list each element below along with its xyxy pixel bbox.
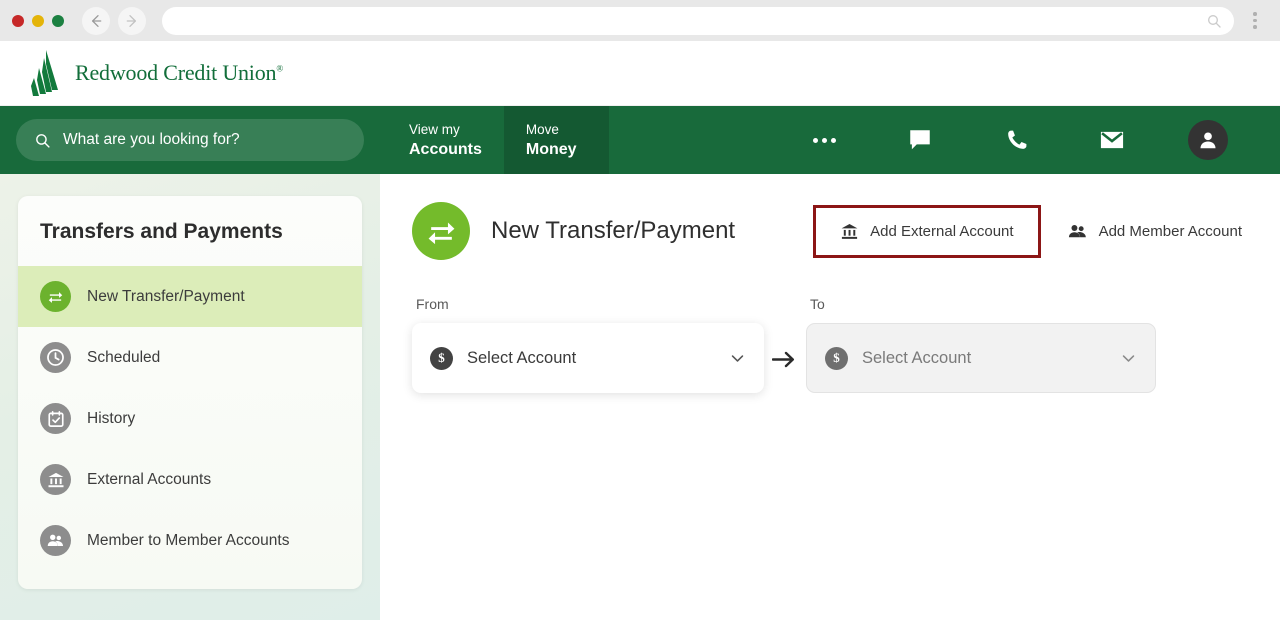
dollar-circle-icon: $ — [430, 346, 453, 370]
search-icon — [1208, 14, 1221, 28]
primary-navigation: What are you looking for? View my Accoun… — [0, 106, 1280, 174]
clock-icon — [40, 342, 71, 373]
sidebar-item-new-transfer-payment[interactable]: New Transfer/Payment — [18, 266, 362, 327]
kebab-dot — [1253, 12, 1257, 16]
page-body: Transfers and Payments New Transfer/Paym… — [0, 174, 1280, 620]
chevron-down-icon — [729, 350, 746, 367]
maximize-window-button[interactable] — [52, 14, 64, 27]
site-header: Redwood Credit Union® — [0, 41, 1280, 106]
browser-nav-arrows — [82, 6, 146, 35]
kebab-dot — [1253, 18, 1257, 23]
search-placeholder-text: What are you looking for? — [63, 131, 240, 148]
phone-icon — [1007, 130, 1026, 149]
kebab-dot — [1253, 25, 1257, 29]
page-title: New Transfer/Payment — [491, 217, 736, 244]
browser-menu-button[interactable] — [1242, 12, 1268, 29]
chat-bubble-icon — [910, 130, 930, 150]
calendar-check-icon — [40, 403, 71, 434]
close-window-button[interactable] — [12, 14, 24, 27]
address-bar[interactable] — [162, 6, 1234, 35]
envelope-icon — [1100, 131, 1124, 149]
transfer-arrows-icon — [40, 281, 71, 312]
dollar-circle-icon: $ — [825, 346, 848, 370]
sidebar-card: Transfers and Payments New Transfer/Paym… — [18, 196, 362, 589]
add-external-account-button[interactable]: Add External Account — [826, 213, 1027, 250]
window-traffic-lights — [12, 14, 64, 27]
tab-bottom-label: Money — [525, 140, 577, 158]
header-actions: Add External Account Add Member Account — [813, 204, 1256, 258]
search-icon — [36, 133, 50, 148]
messages-button[interactable] — [1064, 106, 1160, 174]
add-member-account-label: Add Member Account — [1098, 222, 1242, 240]
search-input[interactable]: What are you looking for? — [16, 119, 364, 161]
transfer-arrows-icon — [428, 221, 454, 244]
ellipsis-dot — [812, 137, 818, 143]
sidebar-item-label: Scheduled — [87, 348, 161, 366]
sidebar-item-label: Member to Member Accounts — [87, 531, 290, 549]
redwood-tree-logo-icon — [31, 50, 58, 96]
add-external-account-label: Add External Account — [870, 222, 1014, 240]
forward-arrow-icon — [126, 14, 136, 27]
sidebar: Transfers and Payments New Transfer/Paym… — [0, 174, 380, 620]
bank-icon — [40, 464, 71, 495]
sidebar-item-member-to-member-accounts[interactable]: Member to Member Accounts — [18, 510, 362, 571]
sidebar-item-label: History — [87, 409, 136, 427]
avatar[interactable] — [1188, 120, 1228, 160]
people-icon — [40, 525, 71, 556]
from-label: From — [416, 296, 449, 312]
more-menu-button[interactable] — [776, 106, 872, 174]
sidebar-title: Transfers and Payments — [40, 220, 283, 243]
tab-move-money[interactable]: Move Money — [503, 106, 609, 174]
ellipsis-dot — [821, 137, 827, 143]
bank-icon — [841, 223, 858, 239]
tab-bottom-label: Accounts — [409, 140, 482, 158]
main-content: New Transfer/Payment Add External Accoun… — [380, 174, 1280, 620]
add-external-account-highlight: Add External Account — [813, 204, 1041, 258]
from-account-select[interactable]: $ Select Account — [412, 323, 764, 393]
brand-name-text: Redwood Credit Union — [75, 60, 277, 85]
page-transfer-icon-badge — [412, 202, 470, 260]
chat-button[interactable] — [872, 106, 968, 174]
chevron-down-icon — [1120, 350, 1137, 367]
minimize-window-button[interactable] — [32, 14, 44, 27]
sidebar-item-label: External Accounts — [87, 470, 212, 488]
tab-top-label: View my — [409, 122, 460, 138]
to-account-select[interactable]: $ Select Account — [806, 323, 1156, 393]
ellipsis-dot — [830, 137, 836, 143]
browser-chrome — [0, 0, 1280, 41]
more-ellipsis-icon — [812, 137, 836, 143]
transfer-form: From $ Select Account To $ Select Accoun… — [412, 296, 1256, 393]
add-member-account-button[interactable]: Add Member Account — [1053, 212, 1256, 251]
back-button[interactable] — [82, 6, 110, 35]
to-field-group: To $ Select Account — [806, 296, 1156, 393]
people-icon — [1068, 224, 1086, 237]
transfer-direction-indicator — [764, 349, 806, 370]
to-account-value: Select Account — [862, 348, 972, 367]
sidebar-item-scheduled[interactable]: Scheduled — [18, 327, 362, 388]
tab-top-label: Move — [525, 122, 559, 138]
forward-button[interactable] — [118, 6, 146, 35]
from-account-value: Select Account — [467, 348, 577, 367]
phone-button[interactable] — [968, 106, 1064, 174]
from-field-group: From $ Select Account — [412, 296, 764, 393]
back-arrow-icon — [92, 14, 102, 27]
nav-icon-group — [776, 106, 1280, 174]
page-header: New Transfer/Payment Add External Accoun… — [412, 202, 1256, 260]
brand-trademark: ® — [276, 63, 283, 74]
nav-tabs: View my Accounts Move Money — [387, 106, 609, 174]
brand-name: Redwood Credit Union® — [75, 60, 283, 86]
right-arrow-icon — [772, 351, 794, 368]
profile-button[interactable] — [1160, 106, 1256, 174]
sidebar-item-label: New Transfer/Payment — [87, 287, 245, 305]
sidebar-item-external-accounts[interactable]: External Accounts — [18, 449, 362, 510]
brand-logo[interactable]: Redwood Credit Union® — [30, 50, 283, 96]
user-avatar-icon — [1200, 132, 1216, 149]
tab-view-my-accounts[interactable]: View my Accounts — [387, 106, 504, 174]
sidebar-item-history[interactable]: History — [18, 388, 362, 449]
to-label: To — [810, 296, 825, 312]
